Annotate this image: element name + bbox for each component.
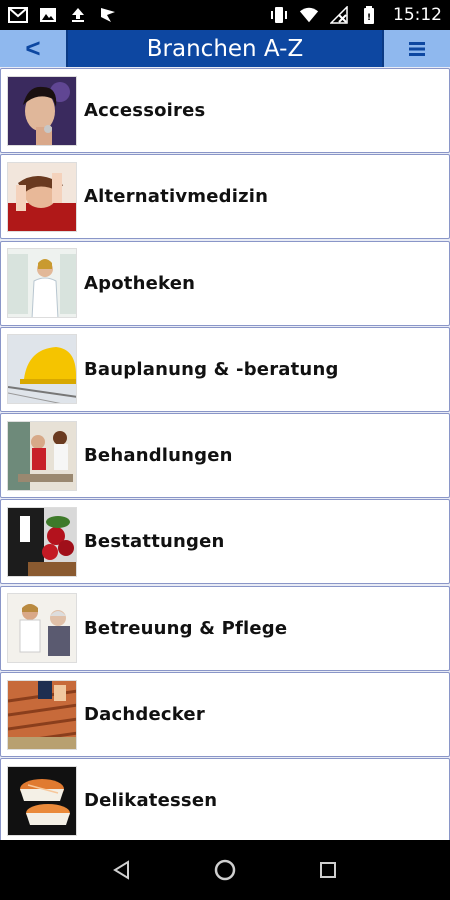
vibrate-icon (269, 6, 289, 24)
battery-icon: ! (359, 6, 379, 24)
status-time: 15:12 (393, 5, 442, 25)
back-triangle-icon[interactable] (102, 850, 142, 890)
bestattungen-image (7, 506, 77, 577)
apotheken-image (7, 248, 77, 319)
menu-button[interactable] (382, 30, 450, 67)
alternativmedizin-image (7, 161, 77, 232)
list-item-behandlungen[interactable]: Behandlungen (0, 413, 450, 499)
list-item-label: Apotheken (84, 272, 196, 294)
status-right-icons: ! 15:12 (269, 5, 442, 25)
list-item-label: Delikatessen (84, 790, 218, 812)
list-item-label: Accessoires (84, 100, 206, 121)
no-signal-icon (329, 6, 349, 24)
image-icon (38, 6, 58, 24)
list-item-dachdecker[interactable]: Dachdecker (0, 672, 450, 758)
list-item-apotheken[interactable]: Apotheken (0, 240, 450, 326)
list-item-label: Behandlungen (84, 445, 233, 467)
accessoires-image (7, 75, 77, 146)
page-title: Branchen A-Z (146, 35, 304, 62)
svg-text:!: ! (367, 13, 371, 23)
delikatessen-image (7, 765, 77, 836)
list-item-delikatessen[interactable]: Delikatessen (0, 758, 450, 840)
home-circle-icon[interactable] (205, 850, 245, 890)
list-item-bauplanung[interactable]: Bauplanung & -beratung (0, 326, 450, 412)
list-item-accessoires[interactable]: Accessoires (0, 68, 450, 153)
category-list[interactable]: Accessoires Alternativmedizin Apotheken … (0, 67, 450, 840)
recents-square-icon[interactable] (308, 850, 348, 890)
upload-icon (68, 6, 88, 24)
list-item-label: Bauplanung & -beratung (84, 358, 339, 380)
flag-icon (98, 6, 118, 24)
list-item-betreuung[interactable]: Betreuung & Pflege (0, 585, 450, 671)
gmail-icon (8, 6, 28, 24)
list-item-label: Alternativmedizin (84, 186, 269, 208)
list-item-label: Betreuung & Pflege (84, 617, 288, 639)
navigation-bar (0, 840, 450, 900)
bauplanung-image (7, 334, 77, 405)
behandlungen-image (7, 420, 77, 491)
list-item-alternativmedizin[interactable]: Alternativmedizin (0, 154, 450, 240)
dachdecker-image (7, 679, 77, 750)
back-button[interactable]: < (0, 30, 68, 67)
list-item-bestattungen[interactable]: Bestattungen (0, 499, 450, 585)
hamburger-menu-icon (409, 41, 425, 56)
list-item-label: Dachdecker (84, 704, 205, 726)
status-bar: ! 15:12 (0, 0, 450, 30)
wifi-icon (299, 6, 319, 24)
app-bar: < Branchen A-Z (0, 30, 450, 67)
status-left-icons (8, 6, 118, 24)
list-item-label: Bestattungen (84, 531, 225, 553)
betreuung-image (7, 593, 77, 664)
